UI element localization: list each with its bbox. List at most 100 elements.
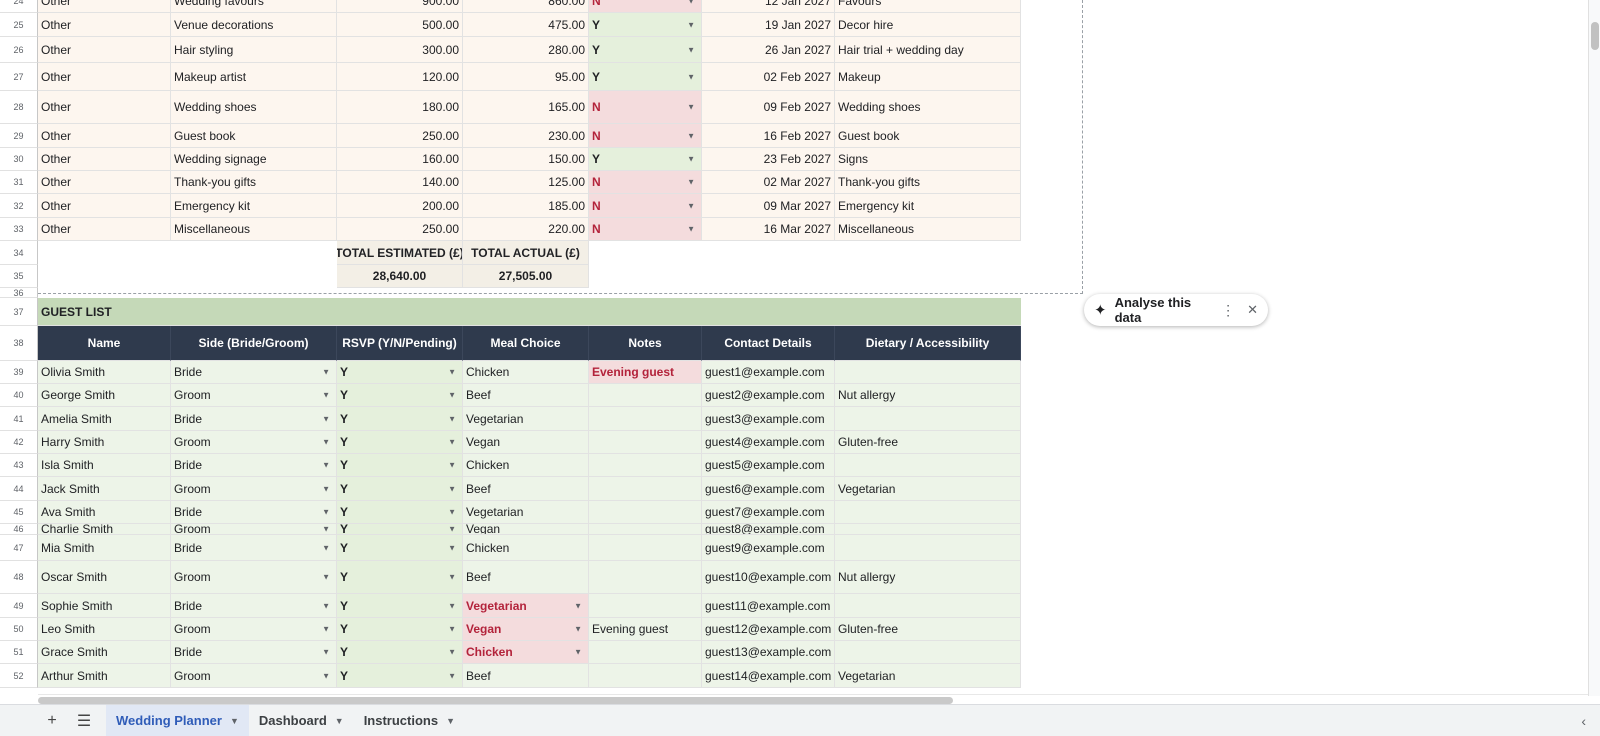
guest-notes-cell[interactable] [589, 384, 702, 407]
dropdown-arrow-icon[interactable]: ▼ [322, 543, 330, 552]
dropdown-arrow-icon[interactable]: ▼ [448, 368, 456, 377]
contact-details-cell[interactable]: guest9@example.com [702, 535, 835, 561]
dietary-cell[interactable] [835, 501, 1021, 524]
row-number[interactable]: 39 [0, 361, 38, 384]
column-header[interactable]: Contact Details [702, 326, 835, 361]
guest-notes-cell[interactable] [589, 641, 702, 664]
contact-details-cell[interactable]: guest13@example.com [702, 641, 835, 664]
paid-dropdown-cell[interactable]: Y ▼ [589, 148, 702, 171]
notes-cell[interactable]: Makeup [835, 63, 1021, 91]
column-header[interactable]: RSVP (Y/N/Pending) [337, 326, 463, 361]
row-number[interactable]: 52 [0, 664, 38, 688]
contact-details-cell[interactable]: guest1@example.com [702, 361, 835, 384]
rsvp-dropdown-cell[interactable]: Y ▼ [337, 407, 463, 431]
estimated-cost-cell[interactable]: 180.00 [337, 91, 463, 124]
vertical-scroll-thumb[interactable] [1591, 22, 1599, 50]
total-actual-value[interactable]: 27,505.00 [463, 265, 589, 288]
row-number[interactable]: 26 [0, 37, 38, 63]
guest-name-cell[interactable]: Olivia Smith [38, 361, 171, 384]
due-date-cell[interactable]: 16 Feb 2027 [702, 124, 835, 148]
side-dropdown-cell[interactable]: Bride ▼ [171, 407, 337, 431]
actual-cost-cell[interactable]: 165.00 [463, 91, 589, 124]
caret-down-icon[interactable]: ▼ [230, 716, 239, 726]
dropdown-arrow-icon[interactable]: ▼ [448, 508, 456, 517]
estimated-cost-cell[interactable]: 160.00 [337, 148, 463, 171]
actual-cost-cell[interactable]: 220.00 [463, 218, 589, 241]
notes-cell[interactable]: Decor hire [835, 13, 1021, 37]
dropdown-arrow-icon[interactable]: ▼ [687, 72, 695, 81]
side-dropdown-cell[interactable]: Bride ▼ [171, 361, 337, 384]
analyse-data-label[interactable]: Analyse this data [1115, 295, 1210, 325]
dropdown-arrow-icon[interactable]: ▼ [448, 484, 456, 493]
guest-notes-cell[interactable] [589, 594, 702, 618]
guest-notes-cell[interactable]: Evening guest [589, 618, 702, 641]
estimated-cost-cell[interactable]: 500.00 [337, 13, 463, 37]
item-cell[interactable]: Wedding signage [171, 148, 337, 171]
dropdown-arrow-icon[interactable]: ▼ [687, 45, 695, 54]
row-number[interactable]: 44 [0, 477, 38, 501]
dropdown-arrow-icon[interactable]: ▼ [322, 671, 330, 680]
sheet-tab[interactable]: Instructions ▼ [354, 705, 465, 736]
meal-choice-cell[interactable]: Chicken [463, 454, 589, 477]
guest-name-cell[interactable]: Harry Smith [38, 431, 171, 454]
dropdown-arrow-icon[interactable]: ▼ [448, 573, 456, 582]
row-number[interactable]: 32 [0, 194, 38, 218]
dropdown-arrow-icon[interactable]: ▼ [322, 368, 330, 377]
contact-details-cell[interactable]: guest11@example.com [702, 594, 835, 618]
contact-details-cell[interactable]: guest2@example.com [702, 384, 835, 407]
dropdown-arrow-icon[interactable]: ▼ [687, 0, 695, 6]
row-number[interactable]: 29 [0, 124, 38, 148]
paid-dropdown-cell[interactable]: N ▼ [589, 0, 702, 13]
meal-choice-cell[interactable]: Vegetarian [463, 501, 589, 524]
row-number[interactable]: 38 [0, 326, 38, 361]
side-dropdown-cell[interactable]: Bride ▼ [171, 535, 337, 561]
item-cell[interactable]: Wedding favours [171, 0, 337, 13]
meal-choice-cell[interactable]: Chicken [463, 535, 589, 561]
contact-details-cell[interactable]: guest5@example.com [702, 454, 835, 477]
meal-choice-cell[interactable]: Vegan [463, 431, 589, 454]
dietary-cell[interactable] [835, 361, 1021, 384]
row-number[interactable]: 33 [0, 218, 38, 241]
estimated-cost-cell[interactable]: 900.00 [337, 0, 463, 13]
dropdown-arrow-icon[interactable]: ▼ [574, 601, 582, 610]
dropdown-arrow-icon[interactable]: ▼ [687, 225, 695, 234]
side-dropdown-cell[interactable]: Groom ▼ [171, 561, 337, 594]
side-dropdown-cell[interactable]: Groom ▼ [171, 618, 337, 641]
dietary-cell[interactable]: Vegetarian [835, 664, 1021, 688]
row-number[interactable]: 30 [0, 148, 38, 171]
row-number[interactable]: 40 [0, 384, 38, 407]
dropdown-arrow-icon[interactable]: ▼ [322, 391, 330, 400]
dropdown-arrow-icon[interactable]: ▼ [448, 543, 456, 552]
actual-cost-cell[interactable]: 475.00 [463, 13, 589, 37]
column-header[interactable]: Name [38, 326, 171, 361]
guest-name-cell[interactable]: Grace Smith [38, 641, 171, 664]
dropdown-arrow-icon[interactable]: ▼ [687, 178, 695, 187]
estimated-cost-cell[interactable]: 120.00 [337, 63, 463, 91]
item-cell[interactable]: Thank-you gifts [171, 171, 337, 194]
rsvp-dropdown-cell[interactable]: Y ▼ [337, 641, 463, 664]
row-number[interactable]: 43 [0, 454, 38, 477]
guest-name-cell[interactable]: Charlie Smith [38, 524, 171, 535]
side-dropdown-cell[interactable]: Groom ▼ [171, 431, 337, 454]
category-cell[interactable]: Other [38, 37, 171, 63]
category-cell[interactable]: Other [38, 63, 171, 91]
dropdown-arrow-icon[interactable]: ▼ [448, 438, 456, 447]
notes-cell[interactable]: Favours [835, 0, 1021, 13]
dietary-cell[interactable] [835, 524, 1021, 535]
caret-down-icon[interactable]: ▼ [335, 716, 344, 726]
dropdown-arrow-icon[interactable]: ▼ [687, 201, 695, 210]
more-vert-icon[interactable]: ⋮ [1221, 302, 1235, 319]
rsvp-dropdown-cell[interactable]: Y ▼ [337, 454, 463, 477]
dropdown-arrow-icon[interactable]: ▼ [322, 525, 330, 534]
item-cell[interactable]: Hair styling [171, 37, 337, 63]
item-cell[interactable]: Makeup artist [171, 63, 337, 91]
paid-dropdown-cell[interactable]: N ▼ [589, 124, 702, 148]
row-number[interactable]: 51 [0, 641, 38, 664]
paid-dropdown-cell[interactable]: Y ▼ [589, 13, 702, 37]
row-number[interactable]: 25 [0, 13, 38, 37]
guest-notes-cell[interactable] [589, 454, 702, 477]
item-cell[interactable]: Venue decorations [171, 13, 337, 37]
category-cell[interactable]: Other [38, 194, 171, 218]
actual-cost-cell[interactable]: 230.00 [463, 124, 589, 148]
rsvp-dropdown-cell[interactable]: Y ▼ [337, 477, 463, 501]
